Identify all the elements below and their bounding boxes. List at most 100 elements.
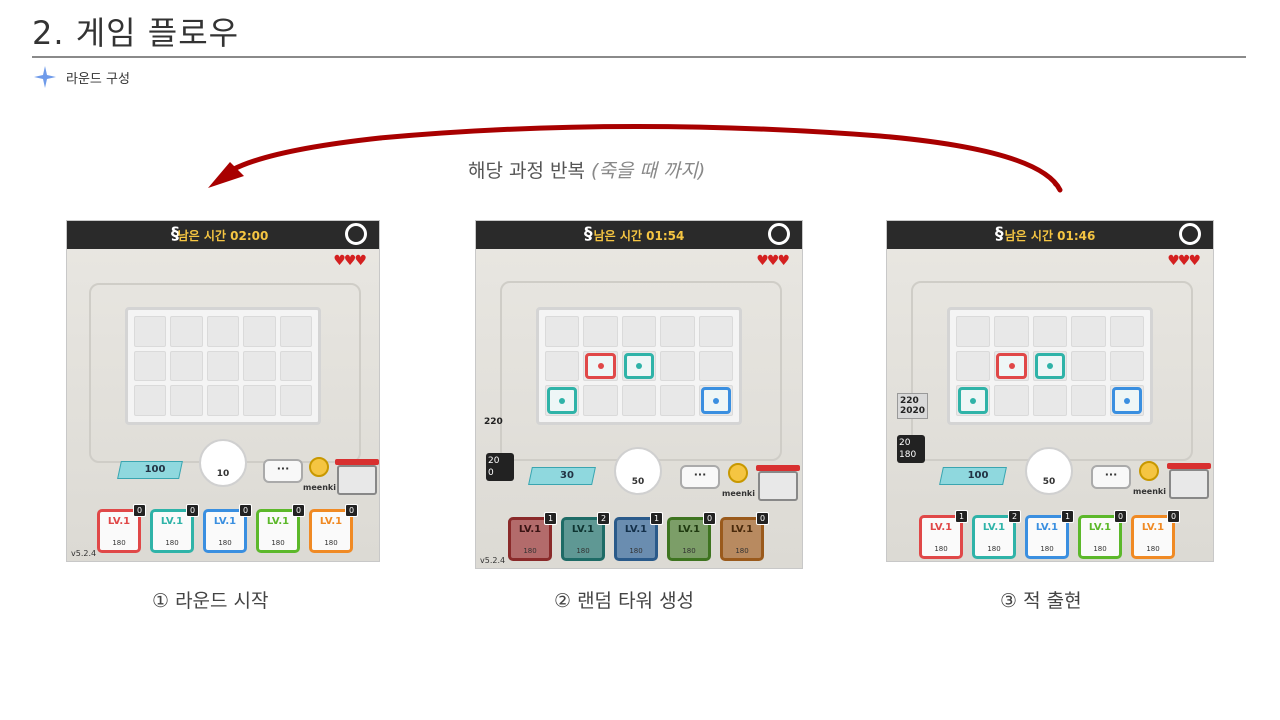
teal-dice[interactable] bbox=[1034, 352, 1066, 380]
deck-card[interactable]: LV.1 180 0 bbox=[97, 504, 146, 553]
board-cell[interactable] bbox=[698, 350, 733, 382]
spawn-dice-button[interactable]: 50 bbox=[614, 447, 662, 495]
board-cell[interactable] bbox=[994, 350, 1029, 382]
board-cell[interactable] bbox=[660, 385, 695, 416]
board-cell[interactable] bbox=[206, 385, 240, 416]
board-cell[interactable] bbox=[1109, 350, 1144, 382]
spawn-dice-button[interactable]: 50 bbox=[1025, 447, 1073, 495]
board-cell[interactable] bbox=[243, 316, 276, 347]
settings-icon[interactable] bbox=[768, 223, 790, 245]
board-cell[interactable] bbox=[545, 316, 580, 347]
spawn-cost: 50 bbox=[631, 477, 645, 487]
board-cell[interactable] bbox=[621, 316, 657, 347]
board-cell[interactable] bbox=[621, 350, 657, 382]
screenshot-random-tower: § 남은 시간 01:54 ♥♥♥ 220 20 0 30 50 ··· mee… bbox=[476, 221, 802, 568]
board-cell[interactable] bbox=[1071, 385, 1106, 416]
board-cell[interactable] bbox=[279, 316, 312, 347]
teal-dice[interactable] bbox=[958, 387, 989, 414]
board-cell[interactable] bbox=[698, 385, 733, 416]
sp-bar: 100 bbox=[939, 467, 1007, 485]
board-cell[interactable] bbox=[1109, 316, 1144, 347]
sell-basket-button[interactable] bbox=[335, 459, 379, 495]
board-cell[interactable] bbox=[1032, 350, 1068, 382]
chat-button[interactable]: ··· bbox=[263, 459, 303, 483]
settings-icon[interactable] bbox=[1179, 223, 1201, 245]
deck-card[interactable]: LV.1 180 1 bbox=[508, 512, 557, 561]
board-cell[interactable] bbox=[583, 350, 618, 382]
board-cell[interactable] bbox=[698, 316, 733, 347]
board-cell[interactable] bbox=[1032, 316, 1068, 347]
chat-button[interactable]: ··· bbox=[1091, 465, 1131, 489]
board-cell[interactable] bbox=[243, 350, 276, 382]
board-cell[interactable] bbox=[134, 350, 167, 382]
blue-dice[interactable] bbox=[1111, 387, 1142, 414]
dice-deck: LV.1 180 0 LV.1 180 0 LV.1 180 0 LV.1 180 0 LV.1… bbox=[97, 504, 358, 553]
spawn-dice-button[interactable]: 10 bbox=[199, 439, 247, 487]
board-cell[interactable] bbox=[583, 385, 618, 416]
board-cell[interactable] bbox=[206, 350, 240, 382]
top-bar: § 남은 시간 01:46 bbox=[887, 221, 1213, 249]
caption-enemy-appear: ③ 적 출현 bbox=[1000, 590, 1082, 612]
blue-dice[interactable] bbox=[700, 387, 731, 414]
sp-value: 100 bbox=[967, 470, 989, 481]
loop-caption: 해당 과정 반복 (죽을 때 까지) bbox=[468, 156, 705, 183]
board-cell[interactable] bbox=[170, 350, 203, 382]
deck-card[interactable]: LV.1 180 2 bbox=[561, 512, 610, 561]
board-cell[interactable] bbox=[545, 385, 580, 416]
deck-card[interactable]: LV.1 180 0 bbox=[720, 512, 769, 561]
deck-card[interactable]: LV.1 180 0 bbox=[1131, 510, 1180, 559]
board-cell[interactable] bbox=[956, 350, 991, 382]
board-cell[interactable] bbox=[279, 385, 312, 416]
hearts-icon: ♥♥♥ bbox=[756, 253, 790, 269]
top-bar: § 남은 시간 02:00 bbox=[67, 221, 379, 249]
medal-icon bbox=[309, 457, 329, 477]
deck-card[interactable]: LV.1 180 0 bbox=[309, 504, 358, 553]
deck-card[interactable]: LV.1 180 1 bbox=[1025, 510, 1074, 559]
board-cell[interactable] bbox=[243, 385, 276, 416]
board-cell[interactable] bbox=[170, 316, 203, 347]
deck-card[interactable]: LV.1 180 1 bbox=[614, 512, 663, 561]
board-cell[interactable] bbox=[994, 316, 1029, 347]
deck-card[interactable]: LV.1 180 0 bbox=[1078, 510, 1127, 559]
hearts-icon: ♥♥♥ bbox=[333, 253, 367, 269]
enemy-hp: 220 2020 bbox=[897, 393, 929, 419]
board-cell[interactable] bbox=[1032, 385, 1068, 416]
loop-main-text: 해당 과정 반복 bbox=[468, 160, 585, 182]
red-dice[interactable] bbox=[996, 352, 1027, 380]
sell-basket-button[interactable] bbox=[1167, 463, 1211, 499]
teal-dice[interactable] bbox=[547, 387, 578, 414]
settings-icon[interactable] bbox=[345, 223, 367, 245]
teal-dice[interactable] bbox=[623, 352, 655, 380]
board-cell[interactable] bbox=[134, 385, 167, 416]
board-cell[interactable] bbox=[206, 316, 240, 347]
deck-card[interactable]: LV.1 180 0 bbox=[256, 504, 305, 553]
board-cell[interactable] bbox=[660, 316, 695, 347]
board-cell[interactable] bbox=[545, 350, 580, 382]
board-cell[interactable] bbox=[621, 385, 657, 416]
deck-card[interactable]: LV.1 180 1 bbox=[919, 510, 968, 559]
board-cell[interactable] bbox=[279, 350, 312, 382]
deck-card[interactable]: LV.1 180 0 bbox=[150, 504, 199, 553]
board-cell[interactable] bbox=[1109, 385, 1144, 416]
board-cell[interactable] bbox=[994, 385, 1029, 416]
board-cell[interactable] bbox=[660, 350, 695, 382]
deck-card[interactable]: LV.1 180 2 bbox=[972, 510, 1021, 559]
username: meenki bbox=[1133, 487, 1166, 496]
board-cell[interactable] bbox=[170, 385, 203, 416]
red-dice[interactable] bbox=[585, 352, 616, 380]
board-cell[interactable] bbox=[956, 385, 991, 416]
chat-button[interactable]: ··· bbox=[680, 465, 720, 489]
screenshot-round-start: § 남은 시간 02:00 ♥♥♥ 100 10 ··· meenki LV.1… bbox=[67, 221, 379, 561]
sell-basket-button[interactable] bbox=[756, 465, 800, 501]
board-cell[interactable] bbox=[134, 316, 167, 347]
enemy-hp: 220 bbox=[484, 417, 503, 427]
board-cell[interactable] bbox=[1071, 350, 1106, 382]
deck-card[interactable]: LV.1 180 0 bbox=[667, 512, 716, 561]
board-cell[interactable] bbox=[1071, 316, 1106, 347]
dice-deck: LV.1 180 1 LV.1 180 2 LV.1 180 1 LV.1 180 0 LV.1… bbox=[919, 510, 1180, 559]
version-label: v5.2.4 bbox=[480, 556, 506, 565]
sp-value: 100 bbox=[144, 464, 166, 475]
board-cell[interactable] bbox=[583, 316, 618, 347]
board-cell[interactable] bbox=[956, 316, 991, 347]
deck-card[interactable]: LV.1 180 0 bbox=[203, 504, 252, 553]
